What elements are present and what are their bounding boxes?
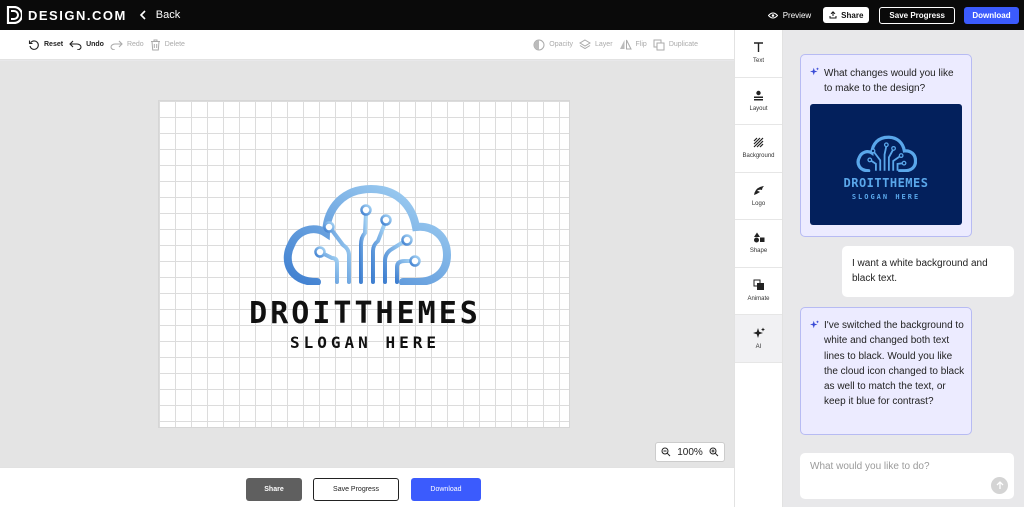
tool-background-label: Background (742, 153, 775, 160)
tool-text[interactable]: Text (735, 30, 782, 78)
upload-icon (829, 11, 837, 19)
tool-text-label: Text (752, 58, 764, 65)
ai-chat-panel: What changes would you like to make to t… (783, 30, 1024, 507)
chat-input[interactable]: What would you like to do? (800, 453, 1014, 499)
delete-button[interactable]: Delete (150, 39, 185, 51)
chat-input-placeholder: What would you like to do? (810, 461, 930, 472)
save-progress-button[interactable]: Save Progress (313, 478, 399, 501)
tool-logo-label: Logo (751, 200, 766, 207)
layer-button[interactable]: Layer (579, 39, 613, 50)
sparkle-icon (810, 320, 819, 329)
sparkle-icon (810, 67, 819, 76)
tool-layout-label: Layout (749, 105, 768, 112)
assistant-message: I've switched the background to white an… (800, 307, 972, 435)
text-icon (754, 42, 763, 53)
opacity-label: Opacity (549, 41, 574, 48)
share-button[interactable]: Share (246, 478, 302, 501)
download-button-top[interactable]: Download (964, 6, 1019, 24)
save-progress-button-top[interactable]: Save Progress (879, 6, 955, 24)
preview-label: Preview (782, 10, 812, 20)
assistant-message: What changes would you like to make to t… (800, 54, 972, 237)
thumbnail-company-name: DROITTHEMES (843, 176, 929, 190)
download-button[interactable]: Download (411, 478, 481, 501)
undo-button[interactable]: Undo (69, 40, 104, 50)
opacity-button[interactable]: Opacity (533, 39, 573, 51)
logo-slogan[interactable]: SLOGAN HERE (159, 333, 571, 352)
animate-icon (753, 279, 764, 291)
layer-label: Layer (595, 41, 613, 48)
brand-name: DESIGN.COM (28, 7, 127, 23)
redo-button[interactable]: Redo (110, 40, 144, 50)
tool-ai[interactable]: AI (735, 315, 782, 363)
design-com-logo-icon (6, 6, 22, 24)
cloud-circuit-logo-icon[interactable] (279, 175, 451, 285)
arrow-up-icon (996, 481, 1003, 489)
tool-animate[interactable]: Animate (735, 268, 782, 315)
duplicate-label: Duplicate (668, 41, 698, 48)
background-icon (753, 137, 764, 148)
tool-panel: Text Layout Background Logo Shape Animat… (734, 30, 783, 507)
reset-button[interactable]: Reset (28, 39, 63, 51)
back-button[interactable]: Back (139, 9, 180, 21)
redo-label: Redo (126, 41, 144, 48)
tool-background[interactable]: Background (735, 125, 782, 173)
zoom-level: 100% (677, 446, 703, 458)
bottom-action-bar: Share Save Progress Download (0, 467, 734, 507)
reset-icon (28, 39, 39, 50)
undo-icon (69, 40, 82, 50)
tool-ai-label: AI (755, 343, 762, 350)
duplicate-icon (653, 39, 665, 50)
canvas-area: DROITTHEMES SLOGAN HERE 100% (0, 61, 734, 467)
opacity-icon (533, 39, 545, 50)
duplicate-button[interactable]: Duplicate (653, 39, 698, 51)
preview-button[interactable]: Preview (767, 10, 812, 20)
assistant-message-text: What changes would you like to make to t… (824, 68, 954, 95)
logo-company-name[interactable]: DROITTHEMES (159, 296, 571, 331)
tool-layout[interactable]: Layout (735, 78, 782, 125)
tool-shape-label: Shape (749, 248, 768, 255)
logo-icon (753, 185, 764, 195)
zoom-control: 100% (655, 442, 725, 462)
send-button[interactable] (991, 477, 1008, 494)
assistant-message-text: I've switched the background to white an… (824, 320, 965, 408)
tool-logo[interactable]: Logo (735, 173, 782, 220)
tool-animate-label: Animate (747, 296, 770, 303)
flip-label: Flip (635, 41, 647, 48)
zoom-out-icon[interactable] (661, 447, 671, 457)
redo-icon (110, 40, 123, 50)
flip-icon (619, 39, 632, 50)
design-thumbnail[interactable]: DROITTHEMES SLOGAN HERE (810, 104, 962, 225)
layers-icon (579, 39, 591, 50)
layout-icon (754, 90, 763, 101)
undo-label: Undo (86, 41, 104, 48)
brand[interactable]: DESIGN.COM (6, 6, 127, 24)
back-label: Back (155, 9, 181, 21)
reset-label: Reset (44, 41, 64, 48)
edit-toolbar: Reset Undo Redo Delete Opacity Layer Fli… (0, 30, 734, 60)
user-message: I want a white background and black text… (842, 246, 1014, 297)
trash-icon (150, 39, 160, 50)
share-label-top: Share (841, 10, 864, 20)
zoom-in-icon[interactable] (709, 447, 719, 457)
thumbnail-slogan: SLOGAN HERE (851, 193, 921, 201)
chevron-left-icon (139, 10, 146, 20)
share-button-top[interactable]: Share (823, 7, 870, 23)
delete-label: Delete (164, 41, 185, 48)
thumbnail-cloud-logo-icon (856, 135, 917, 172)
eye-icon (767, 12, 778, 18)
sparkle-icon (752, 327, 765, 338)
design-artboard[interactable]: DROITTHEMES SLOGAN HERE (158, 100, 570, 428)
flip-button[interactable]: Flip (619, 39, 647, 50)
user-message-text: I want a white background and black text… (852, 258, 988, 285)
shape-icon (753, 232, 764, 243)
tool-shape[interactable]: Shape (735, 220, 782, 268)
top-bar: DESIGN.COM Back Preview Share Save Progr… (0, 0, 1024, 30)
